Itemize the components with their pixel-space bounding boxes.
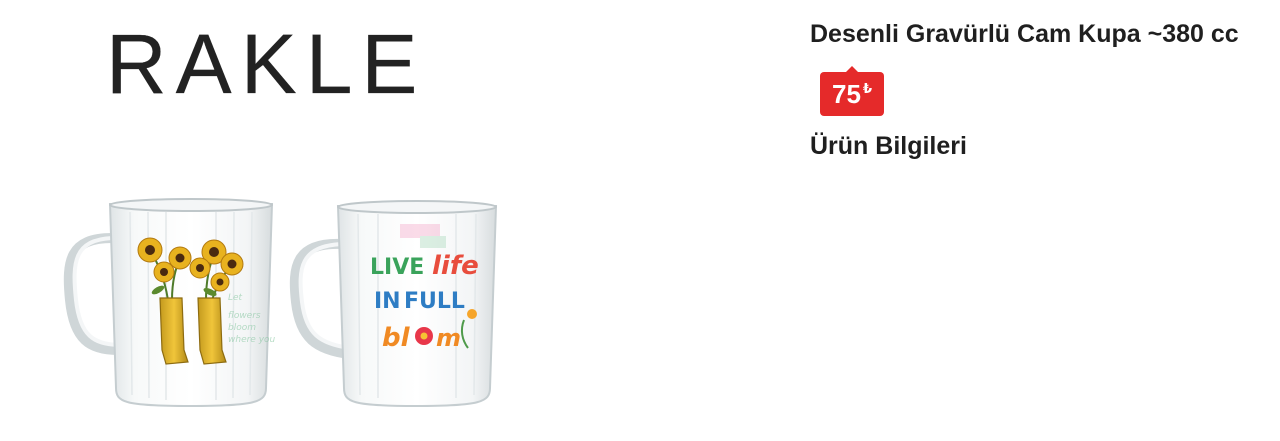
currency-symbol: ₺	[862, 81, 872, 96]
mug-right: LIVE life IN FULL bl m	[289, 200, 498, 408]
svg-text:bloom: bloom	[228, 323, 256, 333]
price-value: 75	[832, 79, 861, 109]
svg-text:LIVE: LIVE	[370, 255, 424, 280]
product-title: Desenli Gravürlü Cam Kupa ~380 cc	[810, 20, 1239, 48]
svg-text:FULL: FULL	[404, 289, 465, 314]
product-page: RAKLE Let flowers bloom where you LIVE l…	[0, 0, 1280, 441]
mug-left: Let flowers bloom where you	[63, 198, 276, 408]
svg-text:flowers: flowers	[228, 311, 261, 321]
svg-text:bl: bl	[382, 323, 411, 353]
product-media-column: RAKLE Let flowers bloom where you LIVE l…	[0, 0, 780, 441]
svg-text:m: m	[436, 324, 461, 352]
svg-text:where you: where you	[228, 335, 276, 345]
svg-text:IN: IN	[374, 289, 401, 314]
product-image[interactable]: Let flowers bloom where you LIVE life IN…	[60, 190, 510, 415]
price-badge: 75 ₺	[820, 72, 884, 116]
brand-logo: RAKLE	[106, 17, 427, 111]
svg-text:life: life	[432, 251, 479, 281]
product-info-heading[interactable]: Ürün Bilgileri	[810, 132, 967, 161]
svg-text:Let: Let	[228, 293, 243, 303]
